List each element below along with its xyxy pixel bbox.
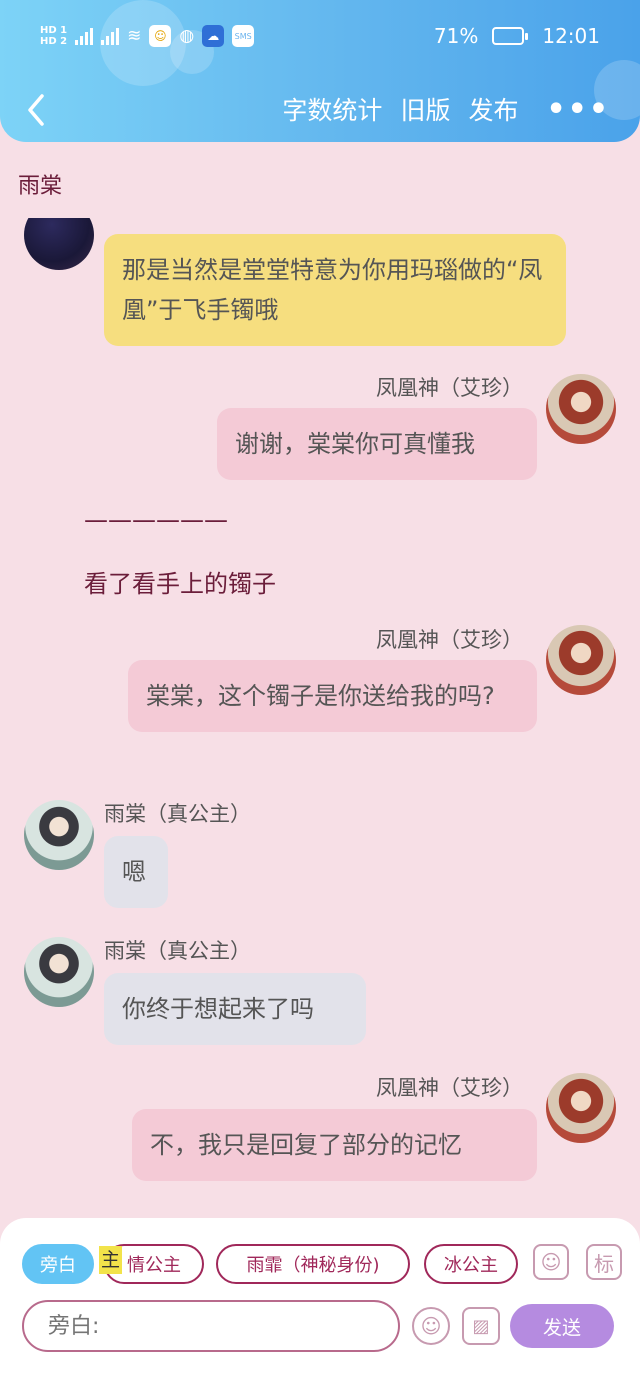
narration-text: 看了看手上的镯子 [84,570,276,598]
image-icon[interactable]: ▨ [462,1307,500,1345]
word-count-button[interactable]: 字数统计 [282,91,382,127]
message-bubble[interactable]: 嗯 [104,836,168,908]
sender-name: 凤凰神（艾珍） [376,376,523,400]
send-button[interactable]: 发送 [510,1304,614,1348]
princess-avatar[interactable] [24,800,94,870]
more-options-icon[interactable]: ••• [546,92,610,127]
narration-text: —————— [84,506,228,534]
sender-name: 凤凰神（艾珍） [376,628,523,652]
warrior-avatar[interactable] [546,374,616,444]
role-chip-narration[interactable]: 旁白 [22,1244,94,1284]
message-input[interactable] [22,1300,400,1352]
tag-icon[interactable]: 标 [586,1244,622,1280]
warrior-avatar[interactable] [546,625,616,695]
composer-panel: 旁白 情公主 主 雨霏（神秘身份) 冰公主 ☺ 标 ☺ ▨ 发送 [0,1218,640,1387]
old-version-button[interactable]: 旧版 [400,91,450,127]
sms-icon: SMS [232,25,255,47]
back-arrow-icon[interactable] [22,90,52,130]
nav-row: 字数统计 旧版 发布 ••• [0,86,640,132]
hd-indicator-icon: HD 1 HD 2 [40,25,68,47]
wechat-icon: ◍ [179,26,195,46]
chat-title: 雨棠 [18,174,63,199]
role-chip-ice-princess[interactable]: 冰公主 [424,1244,518,1284]
sender-name: 凤凰神（艾珍） [376,1076,523,1100]
top-app-bar: HD 1 HD 2 ≋ ☺ ◍ ☁ SMS 71% 12:01 字数统计 旧版 发… [0,0,640,142]
publish-button[interactable]: 发布 [468,91,518,127]
status-bar: HD 1 HD 2 ≋ ☺ ◍ ☁ SMS 71% 12:01 [40,18,600,54]
sender-name: 雨棠（真公主） [104,802,251,826]
message-list[interactable]: 那是当然是堂堂特意为你用玛瑙做的“凤凰”于飞手镯哦 凤凰神（艾珍） 谢谢，棠棠你… [0,218,640,1218]
weather-app-icon: ☁ [202,25,225,47]
message-bubble[interactable]: 棠棠，这个镯子是你送给我的吗? [128,660,537,732]
battery-icon [492,27,529,45]
message-bubble[interactable]: 谢谢，棠棠你可真懂我 [217,408,537,480]
clock: 12:01 [542,24,600,48]
signal-icon [75,27,94,45]
princess-avatar[interactable] [24,937,94,1007]
character-icon[interactable]: ☺ [533,1244,569,1280]
app-notification-icon: ☺ [149,25,172,47]
wifi-icon: ≋ [127,26,142,46]
warrior-avatar[interactable] [546,1073,616,1143]
message-bubble[interactable]: 你终于想起来了吗 [104,973,366,1045]
emoji-icon[interactable]: ☺ [412,1307,450,1345]
message-bubble[interactable]: 那是当然是堂堂特意为你用玛瑙做的“凤凰”于飞手镯哦 [104,234,566,346]
role-chip-yufei[interactable]: 雨霏（神秘身份) [216,1244,410,1284]
sender-name: 雨棠（真公主） [104,939,251,963]
dark-avatar[interactable] [24,218,94,270]
signal-icon [101,27,120,45]
battery-percentage: 71% [433,24,479,48]
message-bubble[interactable]: 不，我只是回复了部分的记忆 [132,1109,537,1181]
highlighted-char: 主 [99,1246,123,1274]
